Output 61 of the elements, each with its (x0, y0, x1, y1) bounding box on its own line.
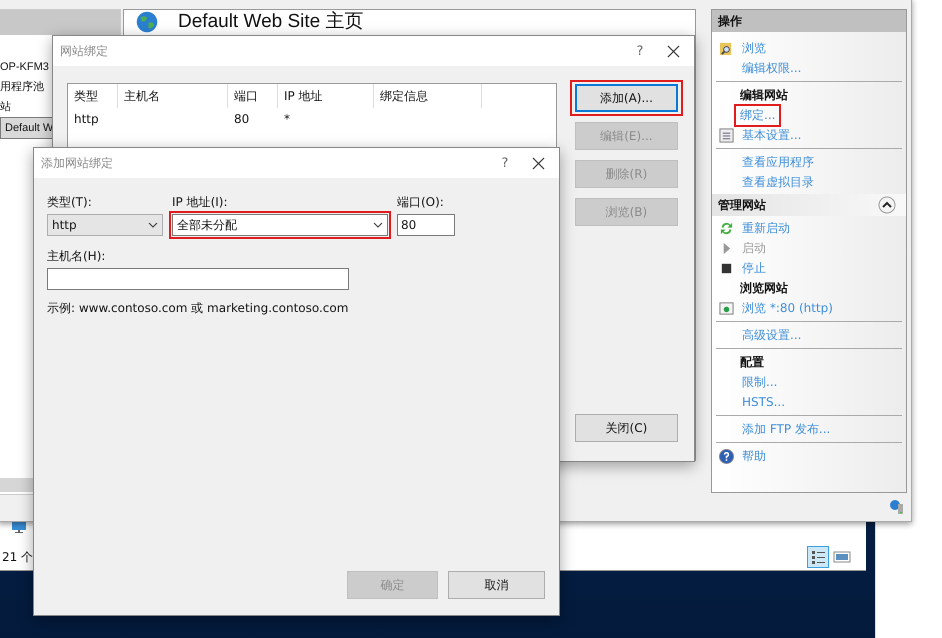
action-link[interactable]: 浏览 *:80 (http) (740, 298, 835, 318)
section-header: 管理网站 (718, 196, 766, 214)
close-icon[interactable] (532, 156, 545, 170)
close-icon[interactable] (667, 44, 680, 58)
dialog-button[interactable]: 添加(A)... (574, 84, 678, 112)
help-button[interactable]: ? (625, 42, 655, 60)
field-label: IP 地址(I): (172, 194, 229, 211)
action-link[interactable]: 绑定... (736, 106, 780, 124)
tree-item[interactable]: 用程序池 (0, 77, 44, 97)
pane-header: 操作 (712, 10, 906, 32)
group-heading: 配置 (739, 354, 765, 371)
type-dropdown[interactable]: http (47, 214, 163, 236)
field-label: 端口(O): (397, 194, 445, 211)
example-text: 示例: www.contoso.com 或 marketing.contoso.com (47, 300, 350, 317)
action-link[interactable]: 重新启动 (740, 218, 792, 238)
action-link[interactable]: 停止 (740, 258, 768, 278)
column-header[interactable]: 主机名 (118, 84, 228, 108)
field-label: 类型(T): (47, 194, 93, 211)
action-link[interactable]: 限制... (740, 372, 780, 392)
table-cell-text: http (73, 112, 100, 126)
help-button[interactable]: ? (490, 154, 520, 172)
action-link[interactable]: 高级设置... (740, 326, 804, 344)
host-name-field[interactable] (47, 268, 349, 290)
group-heading: 编辑网站 (738, 87, 789, 104)
action-link[interactable]: 编辑权限... (740, 58, 804, 78)
column-header[interactable]: 绑定信息 (374, 84, 482, 108)
server-icon (889, 499, 905, 515)
table-cell-text: * (283, 112, 291, 126)
action-link[interactable]: 基本设置... (740, 126, 804, 144)
action-link[interactable]: 浏览 (740, 38, 768, 58)
action-link[interactable]: HSTS... (740, 394, 788, 410)
tree-item[interactable]: OP-KFM3 (0, 57, 49, 77)
tree-item[interactable]: 站 (0, 97, 11, 117)
column-header[interactable]: 端口 (228, 84, 278, 108)
folder-search-icon (718, 40, 734, 56)
ip-dropdown[interactable]: 全部未分配 (172, 214, 388, 236)
dialog-title: 添加网站绑定 (41, 154, 114, 172)
dialog-title: 网站绑定 (60, 42, 109, 60)
refresh-icon (718, 220, 734, 236)
field-label: 主机名(H): (47, 248, 106, 265)
page-title: Default Web Site 主页 (178, 11, 364, 33)
globe-icon (136, 11, 158, 33)
action-link[interactable]: 添加 FTP 发布... (740, 420, 832, 438)
browser-icon (718, 300, 734, 316)
group-heading: 浏览网站 (739, 280, 789, 297)
form-icon (718, 128, 734, 142)
action-link[interactable]: 查看应用程序 (740, 152, 816, 172)
details-view-icon[interactable] (808, 547, 828, 567)
close-button[interactable]: 关闭(C) (574, 414, 678, 442)
item-count: 21 个 (2, 549, 34, 566)
action-link[interactable]: 查看虚拟目录 (740, 172, 816, 192)
port-field[interactable]: 80 (397, 214, 455, 236)
table-cell-text: 80 (233, 112, 250, 126)
column-header[interactable]: IP 地址 (278, 84, 374, 108)
dialog-button[interactable]: 取消 (448, 571, 545, 599)
collapse-icon[interactable] (878, 196, 896, 214)
help-icon (718, 448, 734, 464)
column-header[interactable]: 类型 (68, 84, 118, 108)
action-link[interactable]: 帮助 (740, 446, 768, 466)
chevron-down-icon (373, 222, 383, 228)
chevron-down-icon (148, 222, 158, 228)
